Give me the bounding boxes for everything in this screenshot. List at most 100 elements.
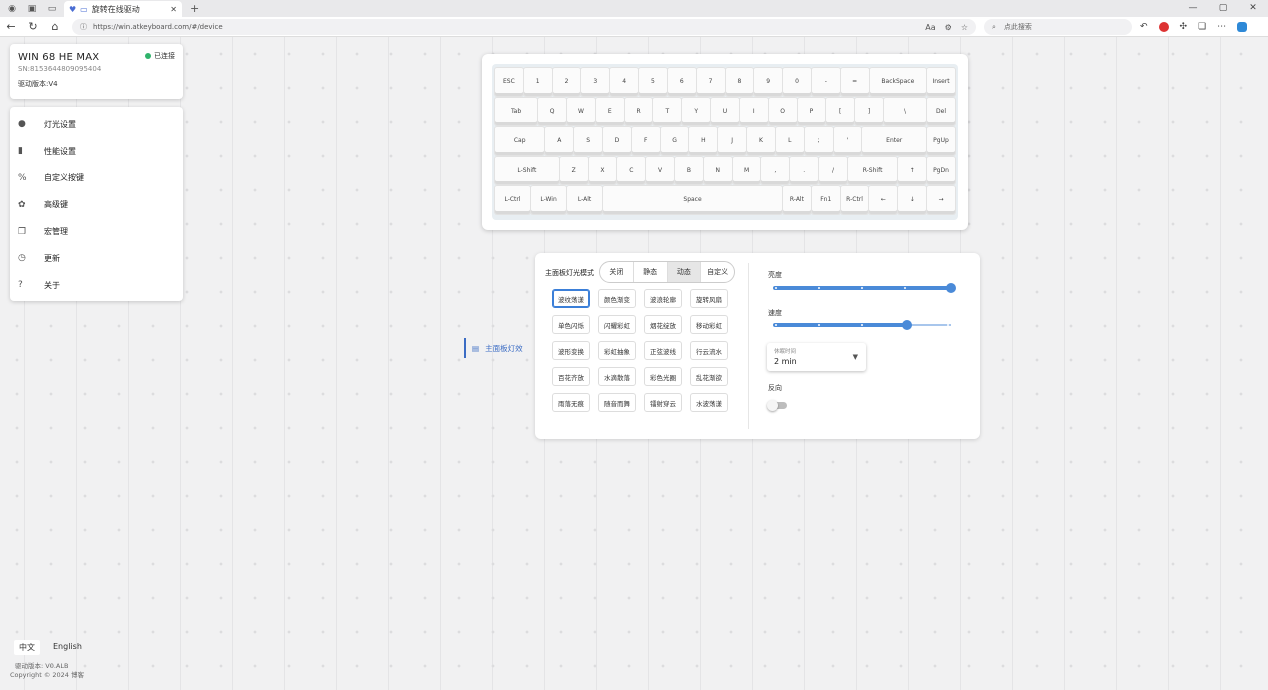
key[interactable]: L xyxy=(775,127,804,155)
key[interactable]: Tab xyxy=(495,97,538,125)
effect-button[interactable]: 水滴散落 xyxy=(598,367,636,386)
effect-button[interactable]: 镭射穿云 xyxy=(644,393,682,412)
key[interactable]: 4 xyxy=(610,68,639,96)
extensions-icon[interactable]: ⚙ xyxy=(945,23,952,32)
key[interactable]: = xyxy=(840,68,869,96)
key[interactable]: ← xyxy=(869,186,898,214)
sidebar-item[interactable]: ❐ 宏管理 xyxy=(10,218,183,245)
key[interactable]: H xyxy=(689,127,718,155)
key[interactable]: 9 xyxy=(754,68,783,96)
brightness-slider[interactable] xyxy=(773,283,956,293)
key[interactable]: J xyxy=(718,127,747,155)
effect-button[interactable]: 行云流水 xyxy=(690,341,728,360)
effect-button[interactable]: 雨落无痕 xyxy=(552,393,590,412)
tab-audio-icon[interactable]: ▭ xyxy=(80,5,88,14)
mode-option[interactable]: 动态 xyxy=(667,262,702,282)
key[interactable]: \ xyxy=(883,97,927,125)
address-bar[interactable]: ⓘ https://win.atkeyboard.com/#/device Aa… xyxy=(72,19,976,35)
effect-button[interactable]: 乱花渐欲 xyxy=(690,367,728,386)
key[interactable]: → xyxy=(927,186,955,214)
key[interactable]: R-Ctrl xyxy=(840,186,869,214)
effect-button[interactable]: 随音而舞 xyxy=(598,393,636,412)
sidebar-item[interactable]: ● 灯光设置 xyxy=(10,111,183,138)
copilot-icon[interactable] xyxy=(1237,22,1248,32)
key[interactable]: Fn1 xyxy=(811,186,840,214)
key[interactable]: , xyxy=(761,156,790,184)
key[interactable]: T xyxy=(653,97,682,125)
key[interactable]: 7 xyxy=(696,68,725,96)
key[interactable]: 0 xyxy=(783,68,811,96)
key[interactable]: G xyxy=(660,127,689,155)
key[interactable]: ; xyxy=(804,127,833,155)
key[interactable]: 5 xyxy=(639,68,667,96)
key[interactable]: Z xyxy=(559,156,588,184)
tab-close-icon[interactable]: ✕ xyxy=(170,5,177,14)
key[interactable]: Y xyxy=(682,97,711,125)
key[interactable]: N xyxy=(703,156,732,184)
sidebar-item[interactable]: ▮ 性能设置 xyxy=(10,138,183,165)
effect-button[interactable]: 移动彩虹 xyxy=(690,315,728,334)
effect-button[interactable]: 彩虹抽象 xyxy=(598,341,636,360)
key[interactable]: ↑ xyxy=(898,156,927,184)
key[interactable]: P xyxy=(797,97,826,125)
sidebar-item[interactable]: ? 关于 xyxy=(10,272,183,299)
key[interactable]: L-Alt xyxy=(567,186,603,214)
effect-button[interactable]: 单色闪烁 xyxy=(552,315,590,334)
puzzle-icon[interactable]: ✣ xyxy=(1180,22,1188,32)
mode-option[interactable]: 静态 xyxy=(634,262,668,282)
sidebar-item[interactable]: ◷ 更新 xyxy=(10,245,183,272)
key[interactable]: 6 xyxy=(667,68,696,96)
profile-icon[interactable]: ◉ xyxy=(4,2,20,15)
key[interactable]: M xyxy=(732,156,761,184)
collections-icon[interactable]: ❏ xyxy=(1198,22,1206,32)
key[interactable]: Insert xyxy=(927,68,955,96)
home-icon[interactable]: ⌂ xyxy=(44,20,66,33)
key[interactable]: Cap xyxy=(495,127,545,155)
lang-zh-button[interactable]: 中文 xyxy=(14,640,40,655)
key[interactable]: 2 xyxy=(552,68,581,96)
workspaces-icon[interactable]: ▣ xyxy=(24,2,40,15)
key[interactable]: E xyxy=(595,97,624,125)
key[interactable]: Q xyxy=(538,97,566,125)
settings-icon[interactable]: ⋯ xyxy=(1217,22,1226,32)
tab-actions-icon[interactable]: ▭ xyxy=(44,2,60,15)
key[interactable]: PgUp xyxy=(927,127,955,155)
key[interactable]: D xyxy=(603,127,631,155)
effect-button[interactable]: 闪耀彩虹 xyxy=(598,315,636,334)
close-window-icon[interactable]: ✕ xyxy=(1238,0,1268,17)
key[interactable]: S xyxy=(574,127,603,155)
key[interactable]: ' xyxy=(833,127,862,155)
effect-button[interactable]: 正弦波线 xyxy=(644,341,682,360)
back-icon[interactable]: ← xyxy=(0,20,22,33)
key[interactable]: W xyxy=(567,97,595,125)
key[interactable]: ] xyxy=(855,97,883,125)
brightness-slider-thumb[interactable] xyxy=(946,283,956,293)
undo-icon[interactable]: ↶ xyxy=(1140,22,1148,32)
refresh-icon[interactable]: ↻ xyxy=(22,20,44,33)
key[interactable]: PgDn xyxy=(927,156,955,184)
sidebar-item[interactable]: ✿ 高级键 xyxy=(10,191,183,218)
minimize-icon[interactable]: — xyxy=(1178,0,1208,17)
key[interactable]: 1 xyxy=(523,68,552,96)
effect-button[interactable]: 水波荡漾 xyxy=(690,393,728,412)
key[interactable]: C xyxy=(617,156,646,184)
sidebar-link-panel-effects[interactable]: ▤ 主面板灯效 xyxy=(464,338,523,358)
key[interactable]: Enter xyxy=(862,127,927,155)
key[interactable]: [ xyxy=(826,97,855,125)
effect-button[interactable]: 旋转风扇 xyxy=(690,289,728,308)
effect-button[interactable]: 百花齐放 xyxy=(552,367,590,386)
speed-slider[interactable] xyxy=(773,320,951,330)
new-tab-button[interactable]: + xyxy=(190,2,199,15)
key[interactable]: Del xyxy=(927,97,955,125)
key[interactable]: R-Shift xyxy=(847,156,898,184)
effect-button[interactable]: 颜色渐变 xyxy=(598,289,636,308)
translate-icon[interactable]: Aa xyxy=(925,23,935,32)
site-info-icon[interactable]: ⓘ xyxy=(80,22,87,32)
key[interactable]: R-Alt xyxy=(783,186,811,214)
mode-option[interactable]: 自定义 xyxy=(701,262,734,282)
key[interactable]: L-Shift xyxy=(495,156,559,184)
browser-tab-active[interactable]: ♥ ▭ 旋转在线驱动 ✕ xyxy=(64,1,182,17)
key[interactable]: 3 xyxy=(581,68,610,96)
browser-search-box[interactable]: ⌕ 点此搜索 xyxy=(984,19,1132,35)
key[interactable]: Space xyxy=(603,186,782,214)
